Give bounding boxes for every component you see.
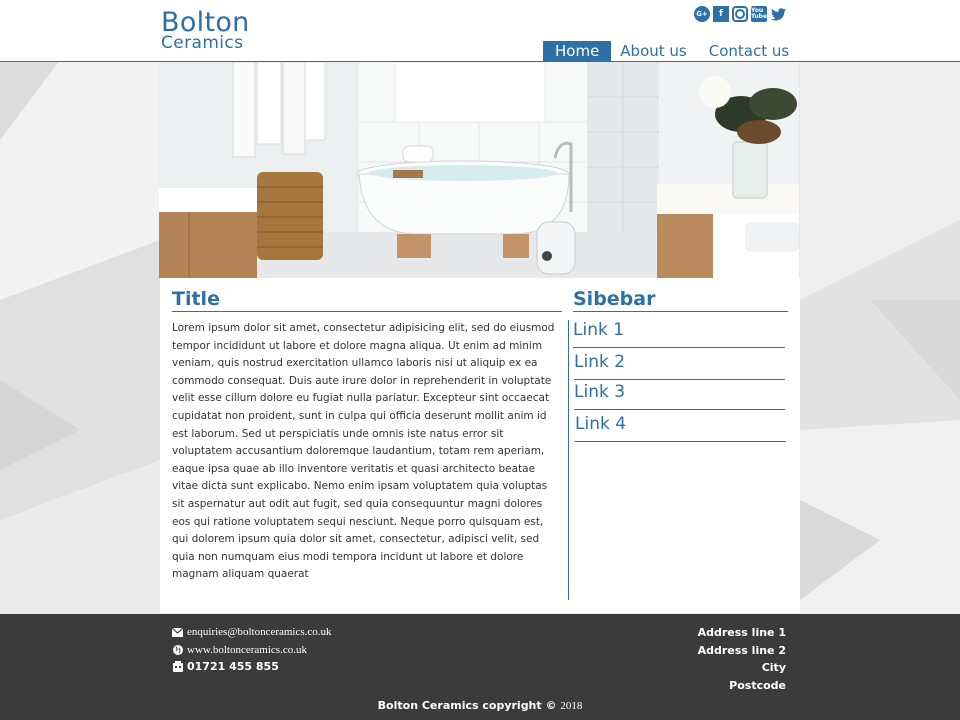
logo-line2: Ceramics [161, 33, 244, 53]
footer-email[interactable]: enquiries@boltonceramics.co.uk [187, 626, 332, 638]
envelope-icon [172, 627, 183, 638]
address-city: City [761, 661, 786, 674]
instagram-icon[interactable] [732, 6, 748, 22]
address-postcode: Postcode [729, 679, 786, 692]
footer-email-row: enquiries@boltonceramics.co.uk [172, 626, 332, 638]
google-plus-icon[interactable]: G+ [694, 6, 710, 22]
globe-icon [172, 645, 183, 656]
sidebar-link-3[interactable]: Link 3 [574, 378, 785, 410]
copyright-year: 2018 [560, 700, 583, 712]
column-divider [568, 320, 569, 600]
youtube-icon[interactable]: You Tube [751, 6, 767, 22]
facebook-icon[interactable]: f [713, 6, 729, 22]
footer-phone[interactable]: 01721 455 855 [187, 660, 279, 673]
nav-contact-us[interactable]: Contact us [700, 41, 798, 61]
hero-image [159, 62, 799, 278]
phone-icon [172, 661, 183, 672]
bathroom-illustration [159, 62, 799, 278]
footer-website-row: www.boltonceramics.co.uk [172, 644, 307, 656]
address-line-2: Address line 2 [697, 644, 786, 657]
social-icons: G+ f You Tube [694, 6, 786, 24]
sidebar-link-1[interactable]: Link 1 [573, 316, 785, 348]
twitter-icon[interactable] [770, 6, 786, 22]
copyright-text: Bolton Ceramics copyright © [377, 699, 557, 712]
footer-phone-row: 01721 455 855 [172, 660, 279, 673]
sidebar-title: Sibebar [573, 288, 788, 312]
copyright: Bolton Ceramics copyright © 2018 [0, 699, 960, 712]
main-body-text: Lorem ipsum dolor sit amet, consectetur … [172, 322, 555, 581]
nav-home[interactable]: Home [543, 41, 612, 61]
site-footer: enquiries@boltonceramics.co.uk www.bolto… [0, 614, 960, 720]
site-header: Bolton Ceramics G+ f You Tube Home About… [0, 0, 960, 62]
address-line-1: Address line 1 [697, 626, 786, 639]
logo[interactable]: Bolton Ceramics [161, 9, 250, 52]
logo-line1: Bolton [161, 7, 250, 38]
footer-website[interactable]: www.boltonceramics.co.uk [187, 644, 307, 656]
main-title: Title [172, 288, 562, 312]
content-panel: Title Lorem ipsum dolor sit amet, consec… [160, 278, 800, 613]
nav-about-us[interactable]: About us [611, 41, 695, 61]
sidebar-link-2[interactable]: Link 2 [574, 348, 785, 380]
main-nav: Home About us Contact us [543, 41, 802, 61]
sidebar-link-4[interactable]: Link 4 [575, 410, 786, 442]
